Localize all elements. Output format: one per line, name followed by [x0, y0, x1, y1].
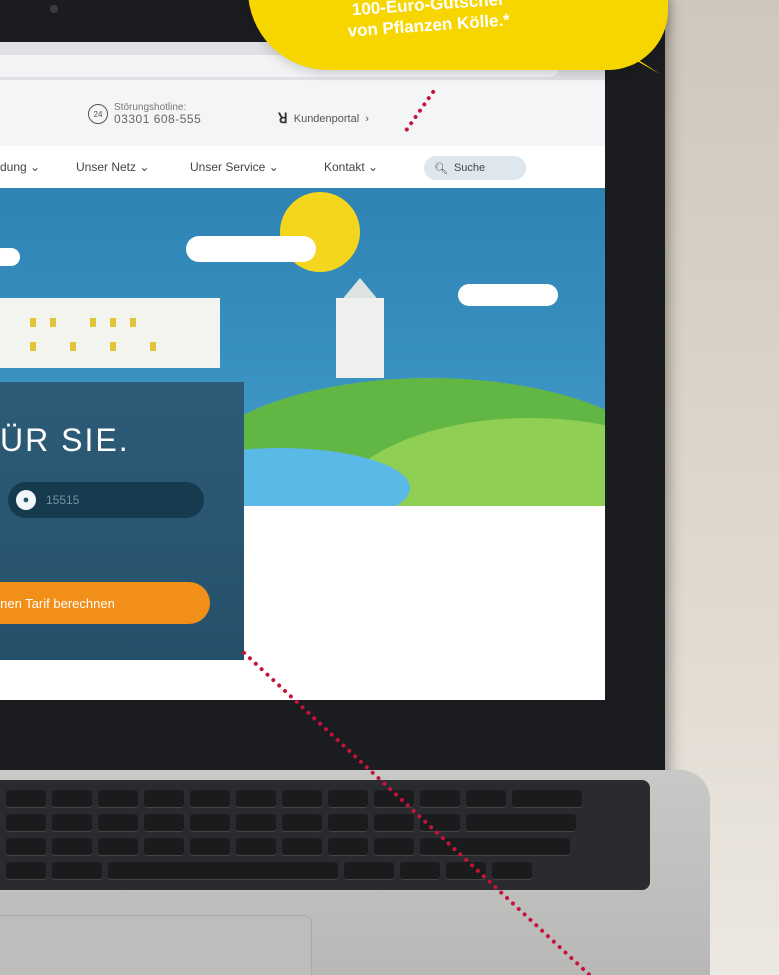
search-button[interactable]: 🔍︎ Suche [424, 156, 526, 180]
panel-title: ÜR SIE. [0, 422, 130, 458]
main-nav: dung ⌄ Unser Netz ⌄ Unser Service ⌄ Kont… [0, 146, 605, 189]
location-pin-icon: ● [16, 490, 36, 510]
laptop-keyboard-base [0, 770, 710, 975]
photo-scene: ☆ ◉ ⋮ 24 Störungshotline: 03301 608-555 … [0, 0, 779, 975]
chevron-right-icon: › [365, 112, 369, 125]
cloud [0, 248, 20, 266]
site-header: 24 Störungshotline: 03301 608-555 ꓤ Kund… [0, 80, 605, 147]
calculate-tariff-button[interactable]: einen Tarif berechnen [0, 582, 210, 624]
customer-portal-link[interactable]: ꓤ Kundenportal › [278, 110, 369, 127]
hotline[interactable]: 24 Störungshotline: 03301 608-555 [88, 102, 201, 126]
cloud [186, 236, 316, 262]
user-icon: ꓤ [278, 110, 288, 126]
hotline-number: 03301 608-555 [114, 112, 202, 126]
nav-item-partial[interactable]: dung ⌄ [0, 160, 40, 174]
search-icon: 🔍︎ [434, 162, 448, 175]
24h-icon: 24 [88, 104, 108, 124]
laptop-lid: ☆ ◉ ⋮ 24 Störungshotline: 03301 608-555 … [0, 0, 665, 780]
trackpad [0, 915, 312, 975]
nav-item-unser-netz[interactable]: Unser Netz ⌄ [76, 160, 149, 174]
cloud [458, 284, 558, 306]
plz-input[interactable]: ● 15515 [8, 482, 204, 518]
keyboard [0, 780, 650, 890]
tariff-panel: ÜR SIE. ● 15515 einen Tarif berechnen [0, 382, 244, 660]
portal-label: Kundenportal [293, 112, 360, 125]
nav-item-kontakt[interactable]: Kontakt ⌄ [324, 160, 378, 174]
webcam [50, 5, 58, 13]
laptop-screen: ☆ ◉ ⋮ 24 Störungshotline: 03301 608-555 … [0, 42, 605, 700]
nav-item-unser-service[interactable]: Unser Service ⌄ [190, 160, 279, 174]
plz-placeholder: 15515 [46, 493, 80, 507]
search-label: Suche [453, 162, 486, 174]
castle-illustration [0, 298, 220, 368]
tower-illustration [336, 298, 384, 378]
